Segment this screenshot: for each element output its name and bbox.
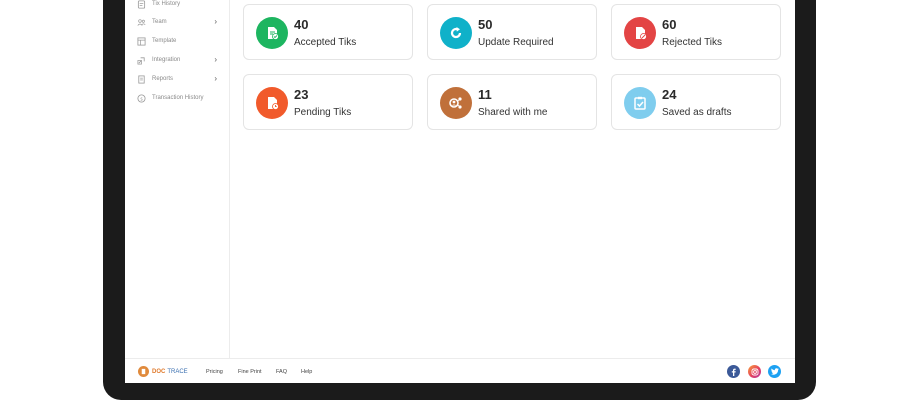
refresh-icon bbox=[440, 17, 472, 49]
stat-count: 40 bbox=[294, 17, 309, 32]
sidebar-item-label: Integration bbox=[152, 57, 181, 63]
footer: DOC TRACE Pricing Fine Print FAQ Help bbox=[125, 358, 795, 383]
footer-link-faq[interactable]: FAQ bbox=[276, 369, 287, 375]
twitter-icon[interactable] bbox=[768, 365, 781, 378]
document-check-icon bbox=[256, 17, 288, 49]
sidebar-item-integration[interactable]: Integration › bbox=[125, 52, 229, 68]
integration-icon bbox=[137, 56, 146, 65]
chevron-right-icon: › bbox=[214, 55, 217, 64]
stat-card-update-required[interactable]: 50 Update Required bbox=[427, 4, 597, 60]
brand-logo[interactable]: DOC TRACE bbox=[138, 366, 188, 377]
shared-users-icon bbox=[440, 87, 472, 119]
sidebar-item-reports[interactable]: Reports › bbox=[125, 71, 229, 87]
template-icon bbox=[137, 36, 146, 46]
sidebar-item-label: Team bbox=[152, 19, 167, 25]
stat-count: 50 bbox=[478, 17, 493, 32]
reports-icon bbox=[137, 74, 146, 84]
team-icon bbox=[137, 18, 146, 27]
sidebar-item-template[interactable]: Template bbox=[125, 33, 229, 49]
app-screen: Tix History Team › Template Integration … bbox=[125, 0, 795, 383]
stat-card-pending[interactable]: 23 Pending Tiks bbox=[243, 74, 413, 130]
document-reject-icon bbox=[624, 17, 656, 49]
clipboard-check-icon bbox=[624, 87, 656, 119]
instagram-icon[interactable] bbox=[748, 365, 761, 378]
stat-card-rejected[interactable]: 60 Rejected Tiks bbox=[611, 4, 781, 60]
stat-label: Saved as drafts bbox=[662, 107, 732, 118]
footer-link-fine-print[interactable]: Fine Print bbox=[238, 369, 262, 375]
sidebar-item-team[interactable]: Team › bbox=[125, 14, 229, 30]
chevron-right-icon: › bbox=[214, 74, 217, 83]
document-pending-icon bbox=[256, 87, 288, 119]
brand-name-trace: TRACE bbox=[167, 368, 188, 375]
stat-label: Shared with me bbox=[478, 107, 548, 118]
chevron-right-icon: › bbox=[214, 17, 217, 26]
stat-card-drafts[interactable]: 24 Saved as drafts bbox=[611, 74, 781, 130]
sidebar-item-label: Transaction History bbox=[152, 95, 204, 101]
brand-name-doc: DOC bbox=[152, 368, 166, 375]
sidebar-item-transaction-history[interactable]: $ Transaction History bbox=[125, 90, 229, 106]
sidebar-item-label: Tix History bbox=[152, 1, 181, 7]
sidebar-item-label: Template bbox=[152, 38, 177, 44]
footer-link-pricing[interactable]: Pricing bbox=[206, 369, 223, 375]
stat-label: Pending Tiks bbox=[294, 107, 352, 118]
svg-text:$: $ bbox=[140, 96, 143, 102]
stat-card-accepted[interactable]: 40 Accepted Tiks bbox=[243, 4, 413, 60]
stat-count: 60 bbox=[662, 17, 677, 32]
stat-label: Accepted Tiks bbox=[294, 37, 357, 48]
stat-count: 11 bbox=[478, 87, 492, 102]
sidebar-item-tix-history[interactable]: Tix History bbox=[125, 0, 229, 12]
dollar-icon: $ bbox=[137, 93, 146, 103]
footer-link-help[interactable]: Help bbox=[301, 369, 312, 375]
sidebar: Tix History Team › Template Integration … bbox=[125, 0, 230, 358]
history-icon bbox=[137, 0, 146, 9]
stat-card-shared[interactable]: 11 Shared with me bbox=[427, 74, 597, 130]
sidebar-item-label: Reports bbox=[152, 76, 174, 82]
facebook-icon[interactable] bbox=[727, 365, 740, 378]
stat-label: Update Required bbox=[478, 37, 554, 48]
stat-count: 24 bbox=[662, 87, 677, 102]
doctrace-logo-icon bbox=[138, 366, 149, 377]
stat-label: Rejected Tiks bbox=[662, 37, 723, 48]
stat-count: 23 bbox=[294, 87, 309, 102]
